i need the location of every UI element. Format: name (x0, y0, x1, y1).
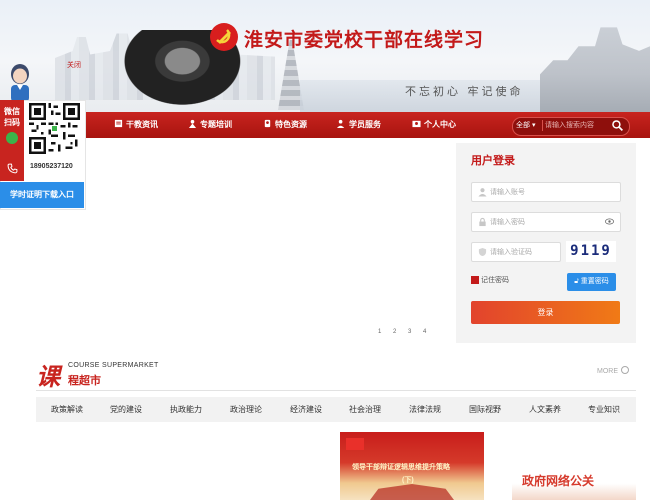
nav-item-label: 专题培训 (200, 120, 232, 129)
certificate-download-button[interactable]: 学时证明下载入口 (0, 182, 84, 208)
site-title: 淮安市委党校干部在线学习 (244, 30, 485, 51)
course-logo-glyph: 课 (36, 362, 60, 391)
remember-label: 记住密码 (481, 277, 509, 284)
shield-icon (478, 247, 487, 257)
service-avatar-icon[interactable] (5, 60, 35, 102)
nav-item-label: 特色资源 (275, 120, 307, 129)
pager-dot-4[interactable]: 4 (423, 329, 426, 335)
user-icon (478, 188, 487, 197)
course-card-subtitle: (下) (402, 477, 414, 484)
category-governance[interactable]: 执政能力 (170, 397, 202, 422)
more-link[interactable]: MORE (597, 366, 629, 375)
phone-number: 18905237120 (30, 163, 73, 170)
search-divider (542, 120, 543, 131)
username-field (471, 182, 621, 202)
close-link[interactable]: 关闭 (67, 60, 81, 70)
profile-icon (412, 120, 421, 128)
course-card-title: 领导干部辩证逻辑思维提升策略 (352, 464, 450, 471)
search-input[interactable] (545, 118, 611, 133)
nav-item-label: 个人中心 (424, 120, 456, 129)
login-title: 用户登录 (471, 155, 515, 167)
flag-icon (346, 438, 364, 450)
nav-item-label: 学员服务 (349, 120, 381, 129)
header-banner: 淮安市委党校干部在线学习 不忘初心 牢记使命 (0, 0, 650, 112)
qr-code-image (29, 103, 80, 154)
nav-item-training[interactable]: 专题培训 (188, 112, 232, 138)
temple-image (540, 27, 650, 112)
course-section-title-en: COURSE SUPERMARKET (68, 362, 159, 369)
wechat-label-2: 扫码 (4, 118, 20, 127)
search-icon[interactable] (611, 119, 624, 132)
captcha-field (471, 242, 561, 262)
category-economy[interactable]: 经济建设 (290, 397, 322, 422)
pager-dot-3[interactable]: 3 (408, 329, 411, 335)
password-field (471, 212, 621, 232)
great-hall-image (370, 484, 454, 500)
course-card-image[interactable]: 领导干部辩证逻辑思维提升策略 (下) (340, 432, 484, 500)
more-circle-icon (620, 366, 629, 374)
captcha-input[interactable] (490, 245, 554, 259)
nav-item-label: 干教资讯 (126, 120, 158, 129)
remember-checkbox[interactable] (471, 276, 479, 284)
nav-item-student-service[interactable]: 学员服务 (337, 112, 381, 138)
lock-icon (479, 217, 486, 227)
course-card-image[interactable]: 政府网络公关 (512, 470, 636, 500)
wechat-label-1: 微信 (4, 107, 20, 116)
resource-icon (264, 119, 271, 128)
category-political-theory[interactable]: 政治理论 (230, 397, 262, 422)
search-scope-label: 全部 (516, 122, 530, 129)
party-emblem-icon (210, 23, 238, 51)
category-party-building[interactable]: 党的建设 (110, 397, 142, 422)
more-label: MORE (597, 368, 618, 375)
category-social-governance[interactable]: 社会治理 (349, 397, 381, 422)
username-input[interactable] (490, 185, 600, 199)
pager-dot-2[interactable]: 2 (393, 329, 396, 335)
search-scope-select[interactable]: 全部 ▾ (516, 118, 535, 134)
login-button[interactable]: 登录 (471, 301, 620, 324)
reset-password-button[interactable]: 🔓︎ 重置密码 (567, 273, 616, 291)
category-professional[interactable]: 专业知识 (588, 397, 620, 422)
password-input[interactable] (490, 215, 600, 229)
captcha-image[interactable]: 9119 (566, 241, 616, 262)
training-icon (188, 119, 197, 128)
pager-dot-1[interactable]: 1 (378, 329, 381, 335)
phone-tab[interactable] (0, 156, 24, 181)
student-icon (337, 119, 345, 128)
nav-item-resources[interactable]: 特色资源 (263, 112, 307, 138)
section-divider (36, 390, 636, 391)
category-law[interactable]: 法律法规 (409, 397, 441, 422)
eye-icon[interactable] (605, 218, 614, 225)
wechat-icon (6, 132, 18, 144)
calligraphy-slogan: 不忘初心 牢记使命 (405, 85, 524, 98)
nav-item-profile[interactable]: 个人中心 (412, 112, 456, 138)
category-international[interactable]: 国际视野 (469, 397, 501, 422)
course-card-title: 政府网络公关 (522, 474, 595, 488)
phone-icon (7, 163, 18, 174)
reset-password-label: 重置密码 (580, 278, 609, 285)
category-humanities[interactable]: 人文素养 (529, 397, 561, 422)
nav-item-news[interactable]: 干教资讯 (114, 112, 158, 138)
course-section-title-cn: 程超市 (68, 375, 101, 387)
category-policy[interactable]: 政策解读 (51, 397, 83, 422)
wechat-tab[interactable]: 微信 扫码 (0, 100, 24, 156)
chevron-down-icon: ▾ (530, 122, 536, 129)
news-icon (114, 119, 123, 128)
